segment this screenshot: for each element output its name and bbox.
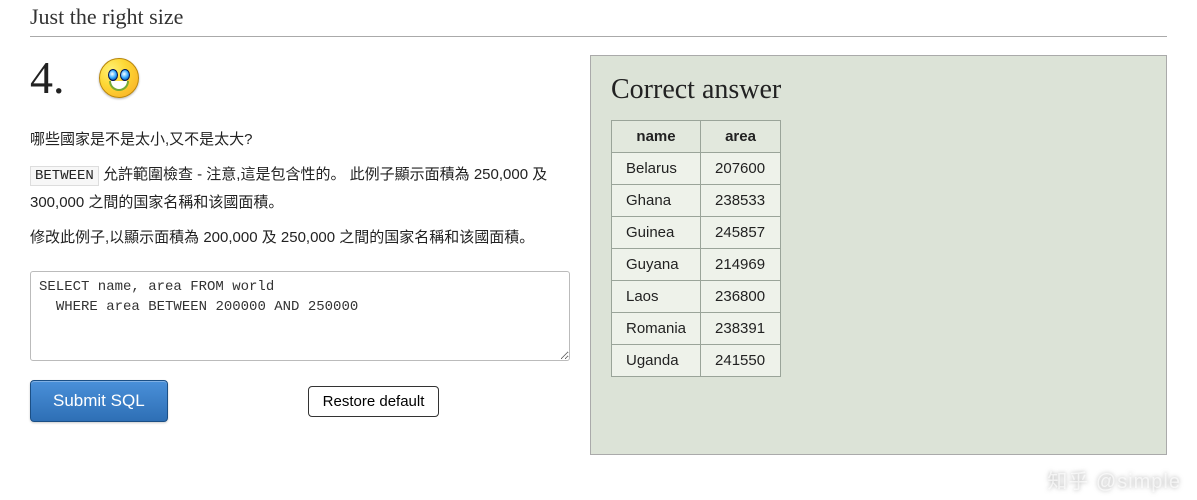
table-row: Laos236800: [612, 281, 781, 313]
grin-face-icon: [99, 58, 139, 98]
cell-name: Laos: [612, 281, 701, 313]
result-table: name area Belarus207600Ghana238533Guinea…: [611, 120, 781, 377]
cell-name: Uganda: [612, 345, 701, 377]
question-number: 4.: [30, 51, 65, 104]
question-text: 哪些國家是不是太小,又不是太大? BETWEEN 允許範圍檢查 - 注意,這是包…: [30, 126, 570, 251]
table-row: Guyana214969: [612, 249, 781, 281]
answer-heading: Correct answer: [611, 74, 1146, 106]
question-line-2: BETWEEN 允許範圍檢查 - 注意,這是包含性的。 此例子顯示面積為 250…: [30, 161, 570, 216]
question-panel: 4. 哪些國家是不是太小,又不是太大? BETWEEN 允許範圍檢查 - 注意,…: [30, 37, 570, 455]
cell-name: Guyana: [612, 249, 701, 281]
cell-area: 241550: [701, 345, 781, 377]
main-content: 4. 哪些國家是不是太小,又不是太大? BETWEEN 允許範圍檢查 - 注意,…: [0, 37, 1197, 455]
cell-area: 245857: [701, 217, 781, 249]
cell-name: Ghana: [612, 185, 701, 217]
question-line-2-tail: 允許範圍檢查 - 注意,這是包含性的。 此例子顯示面積為 250,000 及 3…: [30, 166, 547, 211]
cell-area: 236800: [701, 281, 781, 313]
cell-area: 238391: [701, 313, 781, 345]
submit-sql-button[interactable]: Submit SQL: [30, 380, 168, 422]
col-name: name: [612, 121, 701, 153]
cell-name: Romania: [612, 313, 701, 345]
col-area: area: [701, 121, 781, 153]
cell-name: Guinea: [612, 217, 701, 249]
cell-area: 207600: [701, 153, 781, 185]
cell-area: 238533: [701, 185, 781, 217]
restore-default-button[interactable]: Restore default: [308, 386, 440, 417]
question-line-3: 修改此例子,以顯示面積為 200,000 及 250,000 之間的国家名稱和该…: [30, 224, 570, 251]
cell-name: Belarus: [612, 153, 701, 185]
cell-area: 214969: [701, 249, 781, 281]
question-header: 4.: [30, 51, 570, 104]
watermark: 知乎 @simple: [1047, 465, 1181, 494]
sql-input[interactable]: [30, 271, 570, 361]
table-row: Belarus207600: [612, 153, 781, 185]
table-header-row: name area: [612, 121, 781, 153]
table-row: Romania238391: [612, 313, 781, 345]
answer-panel[interactable]: Correct answer name area Belarus207600Gh…: [590, 55, 1167, 455]
table-row: Guinea245857: [612, 217, 781, 249]
table-row: Ghana238533: [612, 185, 781, 217]
question-line-1: 哪些國家是不是太小,又不是太大?: [30, 126, 570, 153]
button-row: Submit SQL Restore default: [30, 380, 570, 422]
page-title: Just the right size: [0, 0, 1197, 36]
between-keyword: BETWEEN: [30, 166, 99, 186]
table-row: Uganda241550: [612, 345, 781, 377]
